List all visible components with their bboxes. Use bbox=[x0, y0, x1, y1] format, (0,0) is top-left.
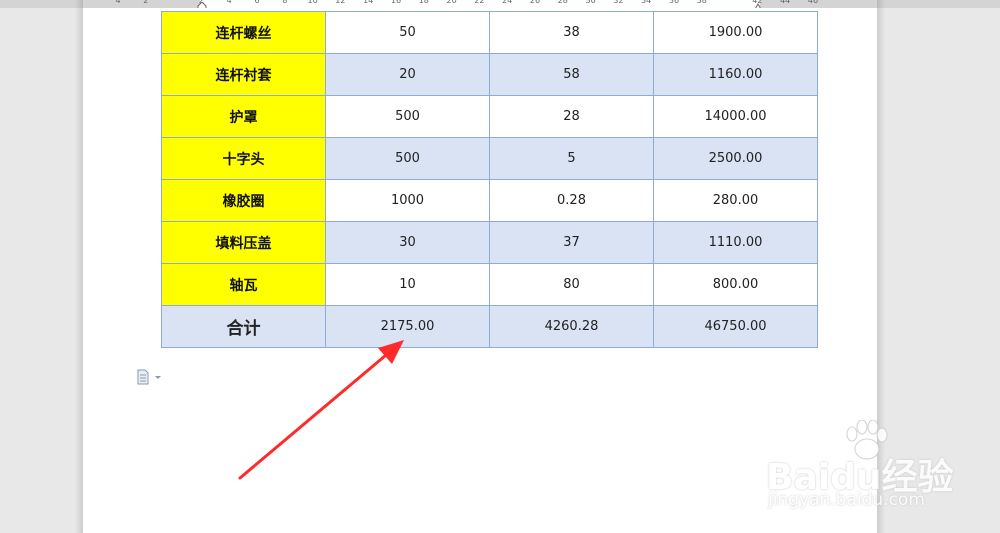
page-shadow-left bbox=[75, 0, 83, 533]
ruler-tick-label: 26 bbox=[529, 0, 541, 5]
ruler-tick-label: 44 bbox=[780, 0, 791, 5]
table-row: 护罩 500 28 14000.00 bbox=[161, 95, 818, 138]
part-name-cell[interactable]: 护罩 bbox=[161, 95, 326, 138]
part-name-cell[interactable]: 橡胶圈 bbox=[161, 179, 326, 222]
unit-price-cell[interactable]: 5 bbox=[489, 137, 654, 180]
unit-price-cell[interactable]: 0.28 bbox=[489, 179, 654, 222]
table-row: 十字头 500 5 2500.00 bbox=[161, 137, 818, 180]
ruler-tick-label: 36 bbox=[668, 0, 680, 5]
ruler-tick-label: 28 bbox=[557, 0, 568, 5]
amount-cell[interactable]: 1900.00 bbox=[653, 11, 818, 54]
table-row: 橡胶圈 1000 0.28 280.00 bbox=[161, 179, 818, 222]
amount-cell[interactable]: 1110.00 bbox=[653, 221, 818, 264]
ruler-tick-label: 34 bbox=[641, 0, 652, 5]
ruler-tick-label: 30 bbox=[585, 0, 596, 5]
table-body: 连杆螺丝 50 38 1900.00 连杆衬套 20 58 1160.00 护罩… bbox=[161, 11, 818, 348]
table-row: 填料压盖 30 37 1110.00 bbox=[161, 221, 818, 264]
ruler-tick-label: 24 bbox=[502, 0, 513, 5]
total-amount-cell[interactable]: 46750.00 bbox=[653, 305, 818, 348]
quantity-cell[interactable]: 50 bbox=[325, 11, 490, 54]
amount-cell[interactable]: 800.00 bbox=[653, 263, 818, 306]
document-options-icon[interactable] bbox=[136, 369, 162, 385]
ruler-tick-label: 14 bbox=[363, 0, 374, 5]
quantity-cell[interactable]: 500 bbox=[325, 95, 490, 138]
total-quantity-cell[interactable]: 2175.00 bbox=[325, 305, 490, 348]
document-page[interactable]: 连杆螺丝 50 38 1900.00 连杆衬套 20 58 1160.00 护罩… bbox=[83, 8, 877, 533]
ruler-tick-label: 2 bbox=[143, 0, 149, 5]
ruler-tick-label: 8 bbox=[282, 0, 288, 5]
part-name-cell[interactable]: 连杆衬套 bbox=[161, 53, 326, 96]
ruler-tick-label: 38 bbox=[696, 0, 707, 5]
total-price-cell[interactable]: 4260.28 bbox=[489, 305, 654, 348]
amount-cell[interactable]: 280.00 bbox=[653, 179, 818, 222]
baidu-watermark: Baidu经验 jingyan.baidu.com bbox=[760, 420, 960, 520]
ruler-tick-label: 18 bbox=[418, 0, 429, 5]
ruler-tick-label: 4 bbox=[226, 0, 232, 5]
quantity-cell[interactable]: 500 bbox=[325, 137, 490, 180]
total-row: 合计 2175.00 4260.28 46750.00 bbox=[161, 305, 818, 348]
ruler-left-margin bbox=[0, 0, 200, 8]
amount-cell[interactable]: 1160.00 bbox=[653, 53, 818, 96]
table-row: 连杆螺丝 50 38 1900.00 bbox=[161, 11, 818, 54]
parts-table[interactable]: 连杆螺丝 50 38 1900.00 连杆衬套 20 58 1160.00 护罩… bbox=[161, 11, 818, 348]
unit-price-cell[interactable]: 80 bbox=[489, 263, 654, 306]
ruler-tick-label: 46 bbox=[807, 0, 819, 5]
unit-price-cell[interactable]: 28 bbox=[489, 95, 654, 138]
quantity-cell[interactable]: 30 bbox=[325, 221, 490, 264]
part-name-cell[interactable]: 填料压盖 bbox=[161, 221, 326, 264]
ruler-tick-label: 20 bbox=[446, 0, 457, 5]
ruler-tick-label: 32 bbox=[613, 0, 624, 5]
ruler-tick-label: 12 bbox=[335, 0, 346, 5]
unit-price-cell[interactable]: 37 bbox=[489, 221, 654, 264]
quantity-cell[interactable]: 1000 bbox=[325, 179, 490, 222]
table-row: 连杆衬套 20 58 1160.00 bbox=[161, 53, 818, 96]
unit-price-cell[interactable]: 38 bbox=[489, 11, 654, 54]
part-name-cell[interactable]: 轴瓦 bbox=[161, 263, 326, 306]
unit-price-cell[interactable]: 58 bbox=[489, 53, 654, 96]
quantity-cell[interactable]: 10 bbox=[325, 263, 490, 306]
table-row: 轴瓦 10 80 800.00 bbox=[161, 263, 818, 306]
ruler-tick-label: 10 bbox=[307, 0, 318, 5]
amount-cell[interactable]: 14000.00 bbox=[653, 95, 818, 138]
horizontal-ruler[interactable]: 4224681012141618202224262830323436384244… bbox=[0, 0, 1000, 8]
quantity-cell[interactable]: 20 bbox=[325, 53, 490, 96]
amount-cell[interactable]: 2500.00 bbox=[653, 137, 818, 180]
total-label-cell[interactable]: 合计 bbox=[161, 305, 326, 348]
ruler-tick-label: 4 bbox=[115, 0, 121, 5]
part-name-cell[interactable]: 连杆螺丝 bbox=[161, 11, 326, 54]
ruler-tick-label: 22 bbox=[474, 0, 485, 5]
ruler-tick-label: 6 bbox=[254, 0, 260, 5]
watermark-url: jingyan.baidu.com bbox=[768, 490, 925, 510]
part-name-cell[interactable]: 十字头 bbox=[161, 137, 326, 180]
ruler-tick-label: 16 bbox=[390, 0, 402, 5]
